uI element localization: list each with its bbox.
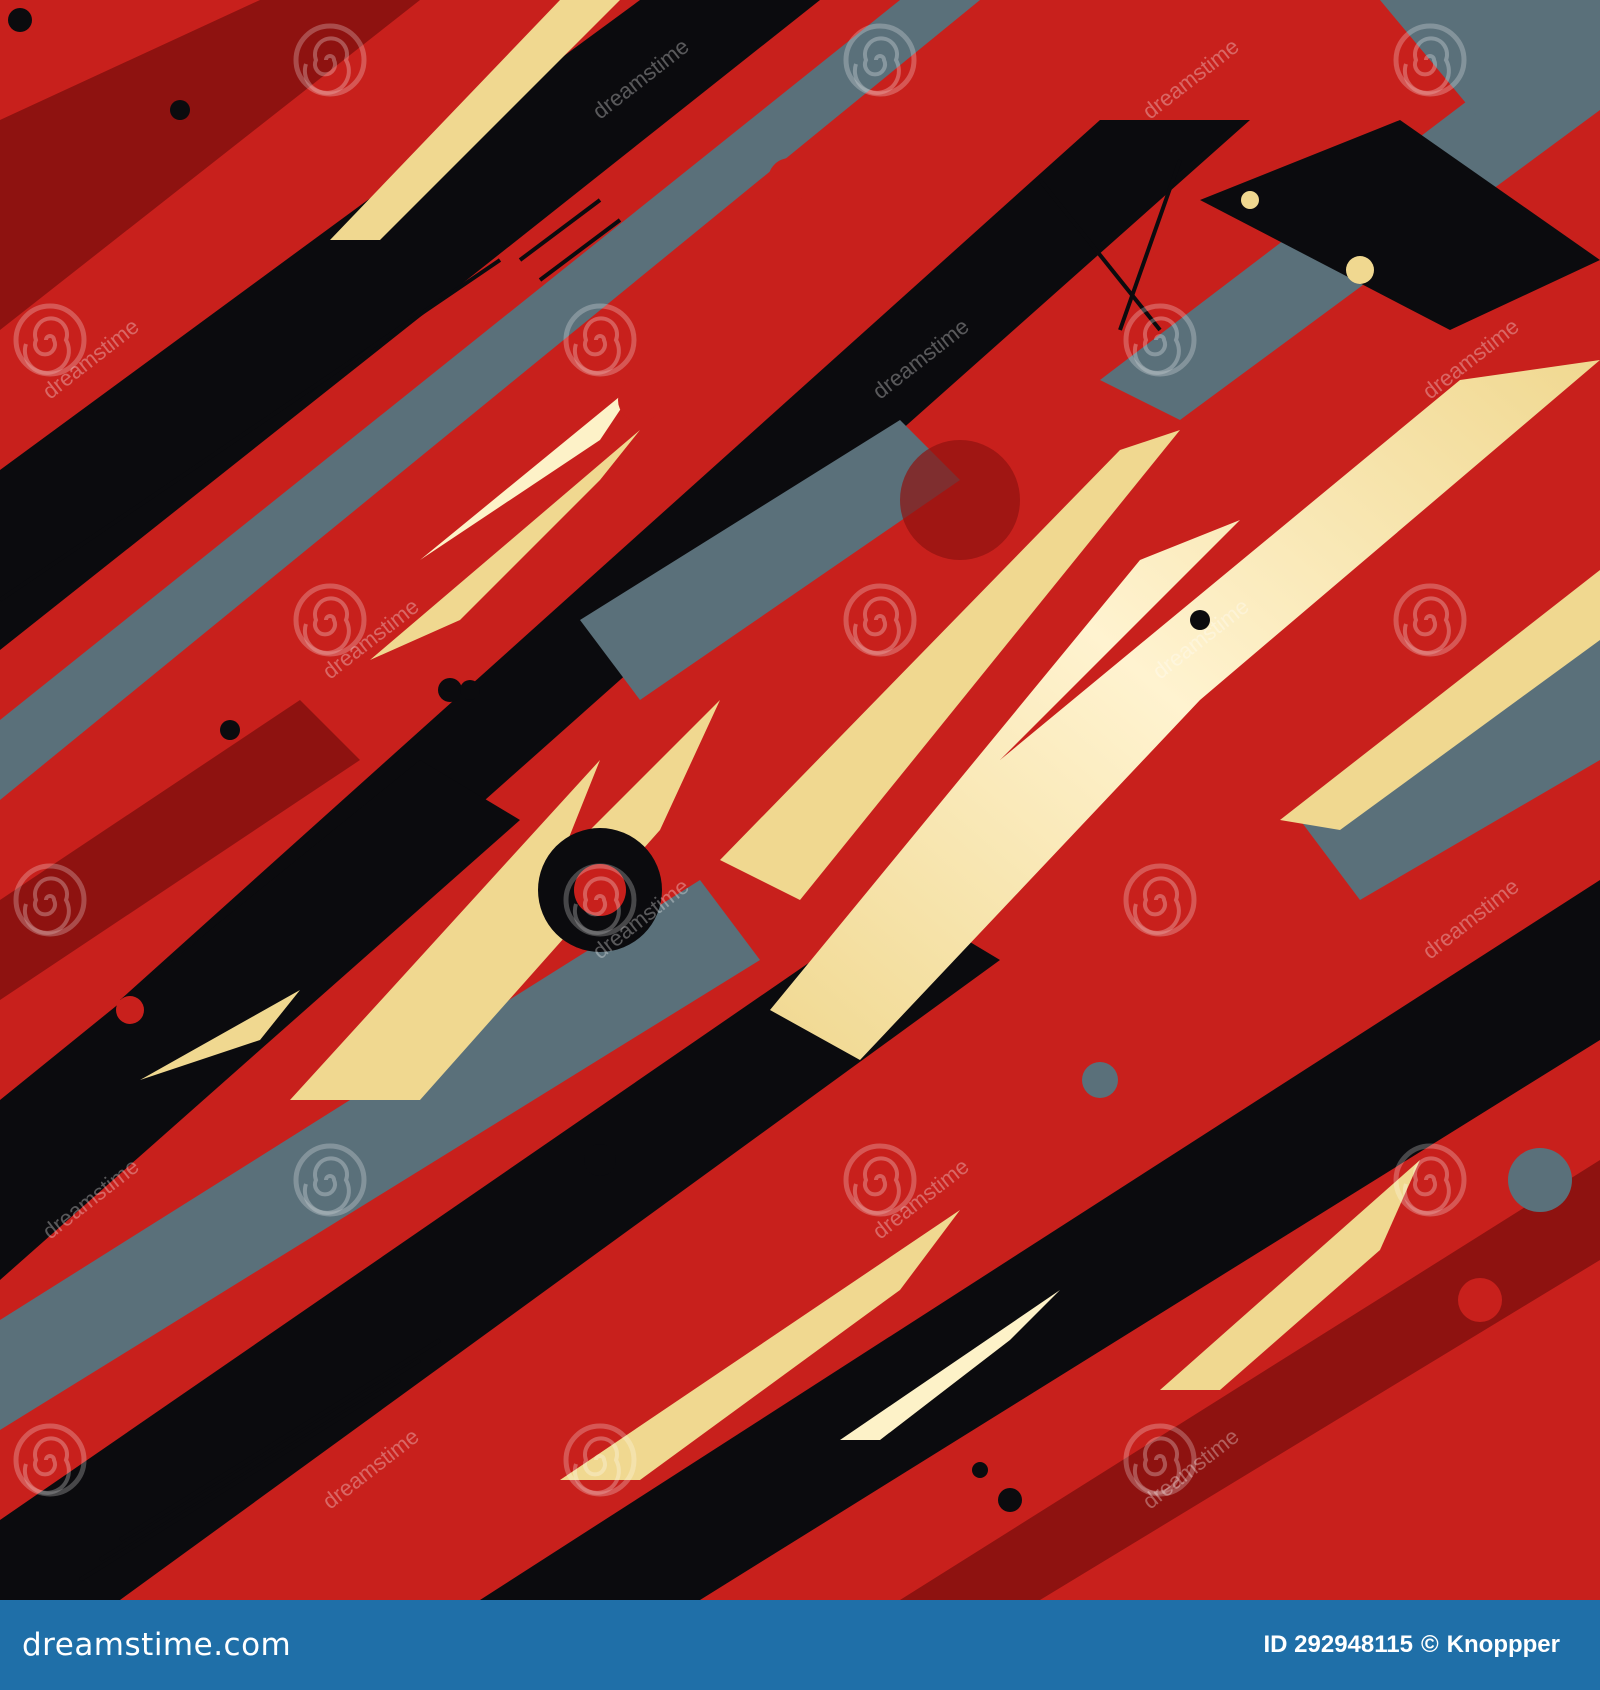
image-credit: ID 292948115 © Knoppper (1264, 1631, 1561, 1659)
image-id: ID 292948115 (1263, 1631, 1413, 1658)
author-name: Knoppper (1446, 1631, 1560, 1658)
image-stage: dreamstime dreamstime dreamstime dreamstime… (0, 0, 1600, 1690)
copyright-icon: © (1420, 1631, 1439, 1658)
abstract-artwork: dreamstime dreamstimedreamstime dreamstime… (0, 0, 1600, 1600)
footer-bar: dreamstime.com ID 292948115 © Knoppper (0, 1600, 1600, 1690)
site-name: dreamstime.com (22, 1627, 292, 1663)
